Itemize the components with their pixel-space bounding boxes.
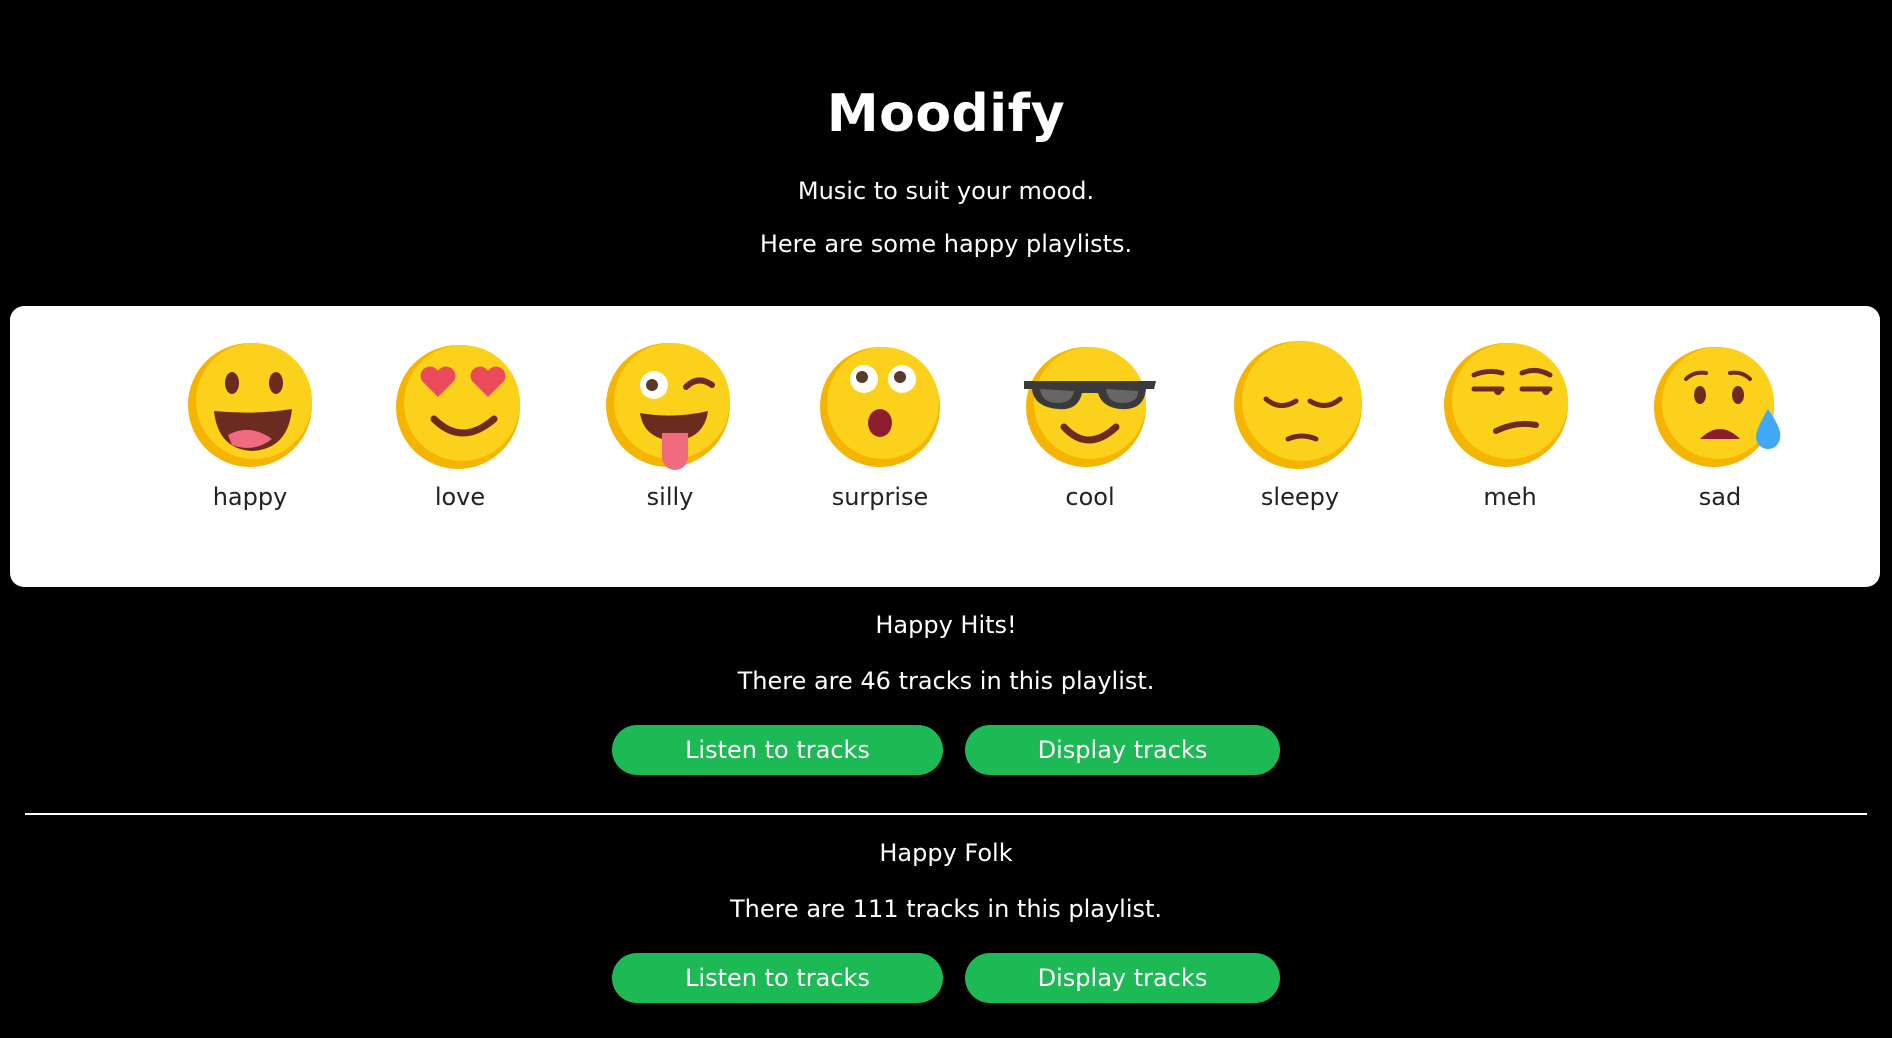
sunglasses-face-icon	[1024, 347, 1156, 467]
mood-meh[interactable]: meh	[1420, 341, 1600, 511]
sad-sweat-face-icon	[1654, 347, 1781, 467]
listen-to-tracks-button[interactable]: Listen to tracks	[612, 725, 943, 775]
display-tracks-button[interactable]: Display tracks	[965, 725, 1280, 775]
surprised-face-icon	[820, 347, 940, 467]
heart-eyes-face-icon	[396, 345, 520, 469]
playlist-track-count: There are 111 tracks in this playlist.	[729, 895, 1163, 923]
playlist-actions: Listen to tracks Display tracks	[0, 725, 1892, 775]
mood-happy[interactable]: happy	[160, 341, 340, 511]
mood-label-silly: silly	[646, 483, 694, 511]
page: Moodify Music to suit your mood. Here ar…	[0, 0, 1892, 1038]
mood-label-sad: sad	[1698, 483, 1742, 511]
playlist-name: Happy Folk	[879, 839, 1013, 867]
happy-face-icon	[188, 343, 312, 467]
playlist-name: Happy Hits!	[875, 611, 1017, 639]
playlist-track-count: There are 46 tracks in this playlist.	[737, 667, 1155, 695]
mood-label-cool: cool	[1065, 483, 1115, 511]
mood-surprise[interactable]: surprise	[790, 341, 970, 511]
sleepy-face-icon	[1234, 341, 1362, 469]
mood-sleepy[interactable]: sleepy	[1210, 341, 1390, 511]
mood-label-sleepy: sleepy	[1260, 483, 1340, 511]
playlist-divider	[25, 813, 1867, 815]
mood-silly[interactable]: silly	[580, 341, 760, 511]
mood-sad[interactable]: sad	[1630, 341, 1810, 511]
mood-label-surprise: surprise	[831, 483, 929, 511]
unamused-face-icon	[1444, 343, 1568, 467]
mood-love[interactable]: love	[370, 341, 550, 511]
app-tagline: Music to suit your mood.	[797, 177, 1095, 205]
display-tracks-button[interactable]: Display tracks	[965, 953, 1280, 1003]
playlist-card: Happy Hits! There are 46 tracks in this …	[0, 611, 1892, 775]
mood-selector: happy love silly surprise cool sleepy me…	[10, 306, 1880, 587]
winking-tongue-face-icon	[606, 343, 730, 470]
mood-label-happy: happy	[212, 483, 288, 511]
playlist-intro: Here are some happy playlists.	[759, 230, 1133, 258]
mood-label-meh: meh	[1483, 483, 1537, 511]
playlist-card: Happy Folk There are 111 tracks in this …	[0, 839, 1892, 1003]
listen-to-tracks-button[interactable]: Listen to tracks	[612, 953, 943, 1003]
app-title: Moodify	[826, 84, 1066, 144]
mood-label-love: love	[434, 483, 486, 511]
mood-cool[interactable]: cool	[1000, 341, 1180, 511]
playlist-actions: Listen to tracks Display tracks	[0, 953, 1892, 1003]
